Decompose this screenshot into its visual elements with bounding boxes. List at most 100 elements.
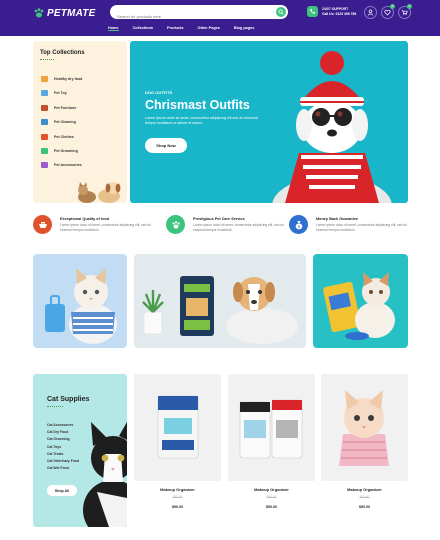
cat-supplies-title: Cat Supplies xyxy=(47,396,90,403)
features-row: Exceptional Quality of food Lorem ipsum … xyxy=(33,215,408,241)
feature-title: Prestigious Pet Care Service xyxy=(193,217,245,221)
hero-subtitle: Lorem ipsum dolor sit amet, consectetur … xyxy=(145,116,258,125)
dog-in-winter-outfit-image xyxy=(272,51,392,203)
product-card[interactable]: Makeup Organizer $90.00 $90.00 xyxy=(321,374,408,514)
collection-item[interactable]: Pet Cleaning xyxy=(41,118,82,126)
collection-item[interactable]: Pet Toy xyxy=(41,89,82,97)
money-bag-icon: $ xyxy=(289,215,308,234)
paw-care-icon xyxy=(166,215,185,234)
collection-item[interactable]: Pet Accessories xyxy=(41,161,82,169)
supplies-item[interactable]: Cat Veterinary Food xyxy=(47,459,79,466)
collection-item-label: Pet Accessories xyxy=(54,163,82,168)
top-collections-panel: Top Collections Healthy dry food Pet Toy… xyxy=(33,41,127,203)
collection-item-label: Pet Cleaning xyxy=(54,120,76,125)
cat-food-bags-image xyxy=(239,399,303,459)
paw-divider-icon xyxy=(40,59,54,62)
heart-icon xyxy=(384,9,391,16)
supplies-item[interactable]: Cat Grooming xyxy=(47,437,79,444)
pet-furniture-icon xyxy=(41,104,48,111)
product-old-price: $90.00 xyxy=(359,495,370,499)
nav-item-home[interactable]: Home xyxy=(108,26,119,31)
logo-text: PETMATE xyxy=(47,7,96,19)
nav-item-other-pages[interactable]: Other Pages xyxy=(198,26,220,31)
paw-divider-icon xyxy=(47,406,63,407)
pet-accessories-icon xyxy=(41,162,48,169)
paw-logo-icon xyxy=(34,8,44,18)
hero-title: Chrismast Outfits xyxy=(145,98,250,112)
product-old-price: $90.00 xyxy=(266,495,277,499)
feature-item: Exceptional Quality of food Lorem ipsum … xyxy=(33,215,164,234)
nav-item-products[interactable]: Products xyxy=(167,26,183,31)
product-name[interactable]: Makeup Organizer xyxy=(134,487,221,492)
supplies-item[interactable]: Cat Toys xyxy=(47,445,79,452)
pet-toy-icon xyxy=(41,90,48,97)
dry-food-icon xyxy=(41,76,48,82)
nav-item-collections[interactable]: Collections xyxy=(133,26,153,31)
feature-text: Lorem ipsum dolor sit amet, consectetur … xyxy=(193,223,285,232)
search-input[interactable] xyxy=(110,9,260,24)
product-price: $90.00 xyxy=(359,505,370,509)
feature-text: Lorem ipsum dolor sit amet, consectetur … xyxy=(60,223,152,232)
promo-banner-dog-food[interactable] xyxy=(134,254,306,348)
pet-cleaning-icon xyxy=(41,119,48,126)
product-image[interactable] xyxy=(321,374,408,481)
pet-grooming-icon xyxy=(41,147,48,154)
support-phone[interactable]: Call Us: 0123 456 789 xyxy=(322,12,356,17)
product-card[interactable]: Makeup Organizer $90.00 $90.00 xyxy=(134,374,221,514)
shop-now-button[interactable]: Shop Now xyxy=(145,138,187,153)
wishlist-button[interactable]: 0 xyxy=(381,4,395,19)
supplies-item[interactable]: Cat Accessories xyxy=(47,423,79,430)
collection-item-label: Pet Toy xyxy=(54,91,67,96)
collection-item[interactable]: Pet Furniture xyxy=(41,104,82,112)
account-button[interactable] xyxy=(364,6,377,19)
product-old-price: $90.00 xyxy=(172,495,183,499)
food-bowl-icon xyxy=(33,215,52,234)
cat-in-sweater-image xyxy=(45,268,117,344)
pet-clothes-icon xyxy=(41,133,48,140)
promo-banner-cat-food[interactable] xyxy=(313,254,408,348)
collection-item-label: Pet Clothes xyxy=(54,134,74,139)
nav-item-blog-pages[interactable]: Blog pages xyxy=(234,26,254,31)
collection-item[interactable]: Healthy dry food xyxy=(41,75,82,83)
collection-item[interactable]: Pet Grooming xyxy=(41,147,82,155)
page: PETMATE 24X/7 SUPPORT Call Us: 0123 456 … xyxy=(0,0,440,540)
search-bar xyxy=(110,5,288,24)
feature-item: $ Money Back Guarantee Lorem ipsum dolor… xyxy=(289,215,420,234)
search-icon xyxy=(278,9,284,15)
hero-eyebrow: DOG OUTFITS xyxy=(145,90,173,95)
feature-text: Lorem ipsum dolor sit amet, consectetur … xyxy=(316,223,408,232)
search-button[interactable] xyxy=(276,7,286,17)
cat-supplies-list: Cat Accessories Cat Dry Food Cat Groomin… xyxy=(47,423,79,473)
feature-title: Money Back Guarantee xyxy=(316,217,358,221)
shop-all-button[interactable]: Shop All xyxy=(47,485,77,496)
product-name[interactable]: Makeup Organizer xyxy=(321,487,408,492)
cat-and-dog-image xyxy=(78,182,121,203)
supplies-item[interactable]: Cat Dry Food xyxy=(47,430,79,437)
supplies-item[interactable]: Cat Wet Food xyxy=(47,466,79,473)
collection-item-label: Healthy dry food xyxy=(54,77,83,81)
hero-banner: DOG OUTFITS Chrismast Outfits Lorem ipsu… xyxy=(130,41,408,203)
product-image[interactable] xyxy=(134,374,221,481)
black-and-white-cat-image xyxy=(83,422,127,527)
cat-with-food-bag-image xyxy=(323,272,395,340)
product-card[interactable]: Makeup Organizer $90.00 $90.00 xyxy=(228,374,315,514)
collection-item[interactable]: Pet Clothes xyxy=(41,133,82,141)
support-info: 24X/7 SUPPORT Call Us: 0123 456 789 xyxy=(307,6,356,17)
kitten-in-sweater-image xyxy=(339,390,389,466)
promo-banner-cat-sweater[interactable] xyxy=(33,254,127,348)
phone-icon xyxy=(307,6,318,17)
dog-with-food-bag-image xyxy=(142,276,298,344)
collection-item-label: Pet Grooming xyxy=(54,148,78,153)
supplies-item[interactable]: Cat Treats xyxy=(47,452,79,459)
collections-list: Healthy dry food Pet Toy Pet Furniture P… xyxy=(41,75,82,176)
logo[interactable]: PETMATE xyxy=(33,7,95,19)
cart-button[interactable]: 0 xyxy=(398,4,412,19)
product-price: $90.00 xyxy=(172,505,183,509)
header-icons: 0 0 xyxy=(364,4,412,19)
collections-title: Top Collections xyxy=(40,50,85,56)
feature-title: Exceptional Quality of food xyxy=(60,217,110,221)
product-image[interactable] xyxy=(228,374,315,481)
user-icon xyxy=(367,9,374,16)
product-price: $90.00 xyxy=(266,505,277,509)
product-name[interactable]: Makeup Organizer xyxy=(228,487,315,492)
